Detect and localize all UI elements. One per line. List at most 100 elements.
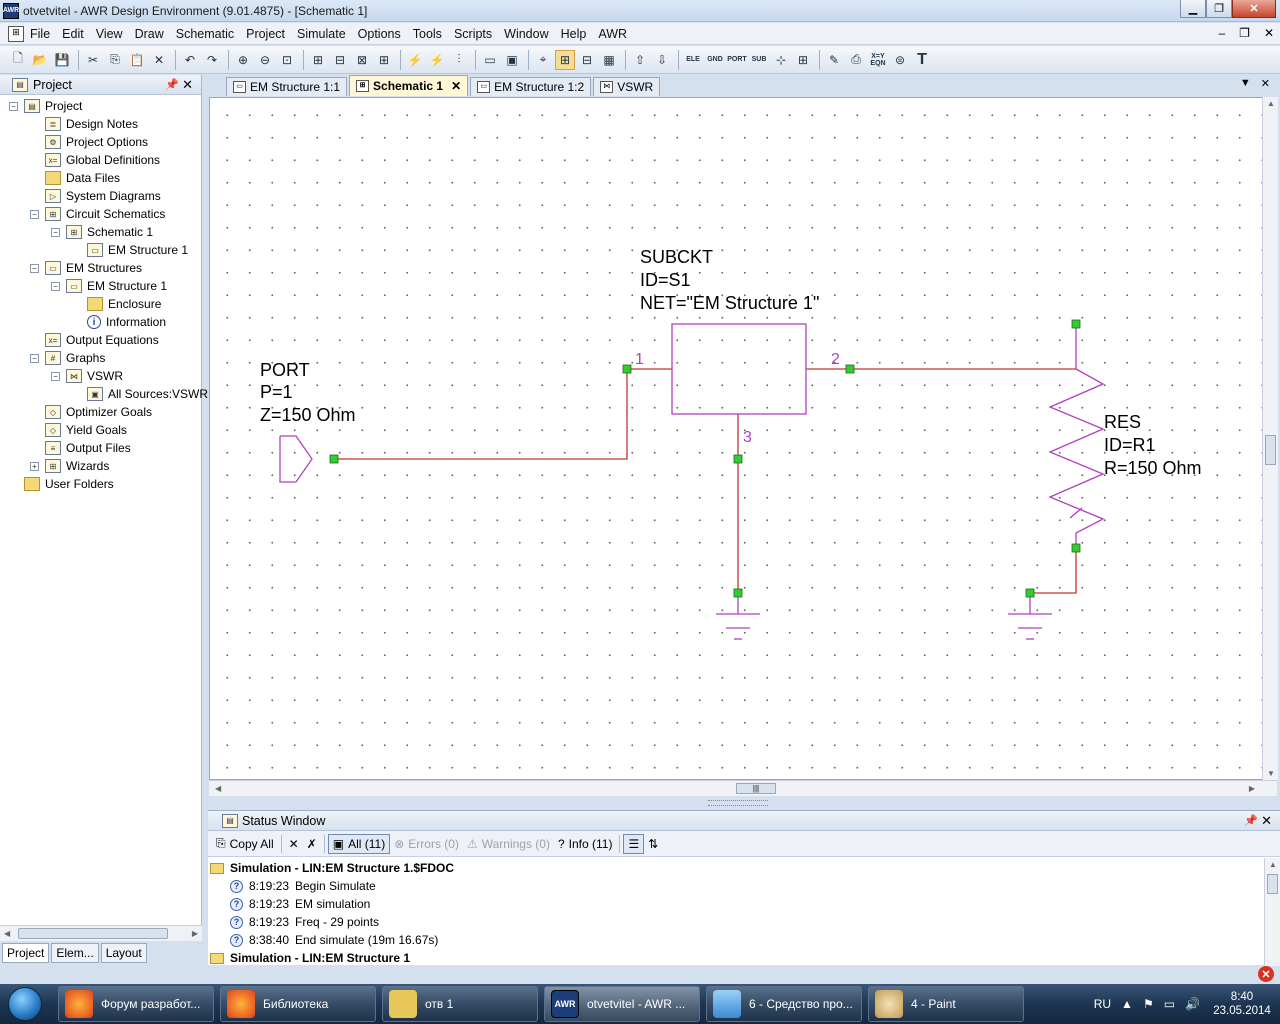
zoom-area-icon[interactable]: ⊕	[233, 50, 253, 70]
tree-item-em-structures[interactable]: ▭ EM Structures	[45, 259, 142, 277]
canvas-horizontal-scrollbar[interactable]: ◀ ||| ▶	[209, 780, 1277, 796]
minimize-button[interactable]: ▁	[1180, 0, 1206, 18]
mdi-close-icon[interactable]: ✕	[1264, 26, 1274, 40]
scroll-right-icon[interactable]: ▶	[1249, 784, 1255, 793]
optimize-icon[interactable]: ⌖	[533, 50, 553, 70]
menu-file[interactable]: File	[26, 27, 56, 41]
start-button[interactable]	[0, 984, 50, 1024]
tree-item-project[interactable]: ▤ Project	[24, 97, 82, 115]
task-folder[interactable]: отв 1	[382, 986, 538, 1022]
menu-help[interactable]: Help	[555, 27, 593, 41]
tune-tool-icon[interactable]: ⫶	[449, 50, 469, 70]
subcircuit-button[interactable]: SUB	[749, 50, 769, 70]
list-item[interactable]: ? 8:19:23 Freq - 29 points	[230, 913, 379, 931]
close-panel-icon[interactable]: ✕	[182, 77, 193, 93]
list-item[interactable]: ? 8:19:23 Begin Simulate	[230, 877, 376, 895]
filter-errors-button[interactable]: ⊗ Errors (0)	[390, 834, 463, 854]
error-indicator-icon[interactable]: ✕	[1258, 966, 1274, 982]
filter-warnings-button[interactable]: ⚠ Warnings (0)	[463, 834, 554, 854]
node-icon[interactable]: ⊞	[793, 50, 813, 70]
group-button[interactable]: ☰	[623, 833, 645, 854]
scrollbar-thumb[interactable]: |||	[736, 783, 776, 794]
tree-item-global-definitions[interactable]: x= Global Definitions	[45, 151, 160, 169]
tree-item-information[interactable]: i Information	[87, 313, 166, 331]
menu-scripts[interactable]: Scripts	[448, 27, 498, 41]
menu-awr[interactable]: AWR	[592, 27, 633, 41]
copy-icon[interactable]: ⎘	[105, 50, 125, 70]
layout-view-icon[interactable]: ⊟	[577, 50, 597, 70]
task-firefox-forum[interactable]: Форум разработ...	[58, 986, 214, 1022]
task-snipping-tool[interactable]: 6 - Средство про...	[706, 986, 862, 1022]
tree-item-wizards[interactable]: ⊞ Wizards	[45, 457, 109, 475]
element-button[interactable]: ELE	[683, 50, 703, 70]
close-tab-icon[interactable]: ✕	[451, 79, 461, 93]
task-firefox-library[interactable]: Библиотека	[220, 986, 376, 1022]
mdi-minimize-icon[interactable]: –	[1218, 26, 1225, 40]
tree-item-vswr[interactable]: ⋈ VSWR	[66, 367, 123, 385]
scroll-left-icon[interactable]: ◀	[4, 929, 10, 938]
volume-icon[interactable]: 🔊	[1185, 997, 1200, 1011]
close-button[interactable]: ✕	[1232, 0, 1276, 18]
filter-info-button[interactable]: ? Info (11)	[554, 834, 617, 854]
menu-view[interactable]: View	[90, 27, 129, 41]
wire-icon[interactable]: ⊹	[771, 50, 791, 70]
add-layout-icon[interactable]: ⊞	[374, 50, 394, 70]
menu-simulate[interactable]: Simulate	[291, 27, 352, 41]
schematic-view-icon[interactable]: ⊞	[555, 49, 575, 70]
tree-item-enclosure[interactable]: Enclosure	[87, 295, 161, 313]
collapse-icon[interactable]: −	[30, 210, 39, 219]
tab-elements[interactable]: Elem...	[51, 943, 99, 963]
add-em-icon[interactable]: ⊠	[352, 50, 372, 70]
paste-icon[interactable]: 📋	[127, 50, 147, 70]
collapse-icon[interactable]: −	[51, 372, 60, 381]
equation-button[interactable]: X=Y EQN	[868, 50, 888, 70]
expand-icon[interactable]: +	[30, 462, 39, 471]
pane-splitter[interactable]	[708, 800, 768, 806]
sort-button[interactable]: ⇅	[644, 834, 662, 854]
tab-em-structure-1-2[interactable]: ▭ EM Structure 1:2	[470, 77, 592, 96]
add-schematic-icon[interactable]: ⊞	[308, 50, 328, 70]
scroll-up-icon[interactable]: ▲	[1267, 99, 1275, 108]
new-icon[interactable]: 🗋	[8, 50, 28, 70]
3d-view-icon[interactable]: ▦	[599, 50, 619, 70]
tree-item-design-notes[interactable]: ≣ Design Notes	[45, 115, 138, 133]
menu-options[interactable]: Options	[352, 27, 407, 41]
redo-icon[interactable]: ↷	[202, 50, 222, 70]
menu-draw[interactable]: Draw	[129, 27, 170, 41]
tree-item-system-diagrams[interactable]: ▷ System Diagrams	[45, 187, 161, 205]
canvas-vertical-scrollbar[interactable]: ▲ ▼	[1262, 97, 1278, 780]
cut-icon[interactable]: ✂	[83, 50, 103, 70]
list-item[interactable]: ? 8:38:40 End simulate (19m 16.67s)	[230, 931, 438, 949]
move-down-icon[interactable]: ⇩	[652, 50, 672, 70]
project-horizontal-scrollbar[interactable]: ◀ ▶	[0, 925, 202, 941]
scroll-up-icon[interactable]: ▲	[1269, 860, 1277, 869]
move-up-icon[interactable]: ⇧	[630, 50, 650, 70]
task-paint[interactable]: 4 - Paint	[868, 986, 1024, 1022]
close-document-icon[interactable]: ✕	[1261, 77, 1270, 90]
status-vertical-scrollbar[interactable]: ▲	[1264, 858, 1280, 966]
add-graph-icon[interactable]: ▭	[480, 50, 500, 70]
clear-button[interactable]: ✕	[285, 834, 303, 854]
menu-tools[interactable]: Tools	[407, 27, 448, 41]
pin-icon[interactable]: 📌	[1244, 814, 1258, 827]
tree-item-project-options[interactable]: ⚙ Project Options	[45, 133, 148, 151]
output-equation-icon[interactable]: ⊜	[890, 50, 910, 70]
add-system-icon[interactable]: ⊟	[330, 50, 350, 70]
open-icon[interactable]: 📂	[30, 50, 50, 70]
awr-app-icon[interactable]: AWR	[3, 2, 19, 19]
scrollbar-thumb[interactable]	[1265, 435, 1276, 465]
schematic-doc-icon[interactable]: ⊞	[8, 25, 24, 42]
menu-schematic[interactable]: Schematic	[170, 27, 240, 41]
tree-item-circuit-schematics[interactable]: ⊞ Circuit Schematics	[45, 205, 165, 223]
copy-all-button[interactable]: ⎘ Copy All	[212, 834, 278, 854]
menu-edit[interactable]: Edit	[56, 27, 90, 41]
tab-schematic-1[interactable]: ⊞ Schematic 1 ✕	[349, 75, 469, 96]
properties-icon[interactable]: ✎	[824, 50, 844, 70]
tree-item-output-equations[interactable]: x= Output Equations	[45, 331, 159, 349]
ground-button[interactable]: GND	[705, 50, 725, 70]
tab-layout[interactable]: Layout	[100, 943, 147, 963]
scrollbar-thumb[interactable]	[1267, 874, 1278, 894]
tree-item-em-structure-subckt[interactable]: ▭ EM Structure 1	[87, 241, 188, 259]
delete-icon[interactable]: ✕	[149, 50, 169, 70]
save-icon[interactable]: 💾	[52, 50, 72, 70]
